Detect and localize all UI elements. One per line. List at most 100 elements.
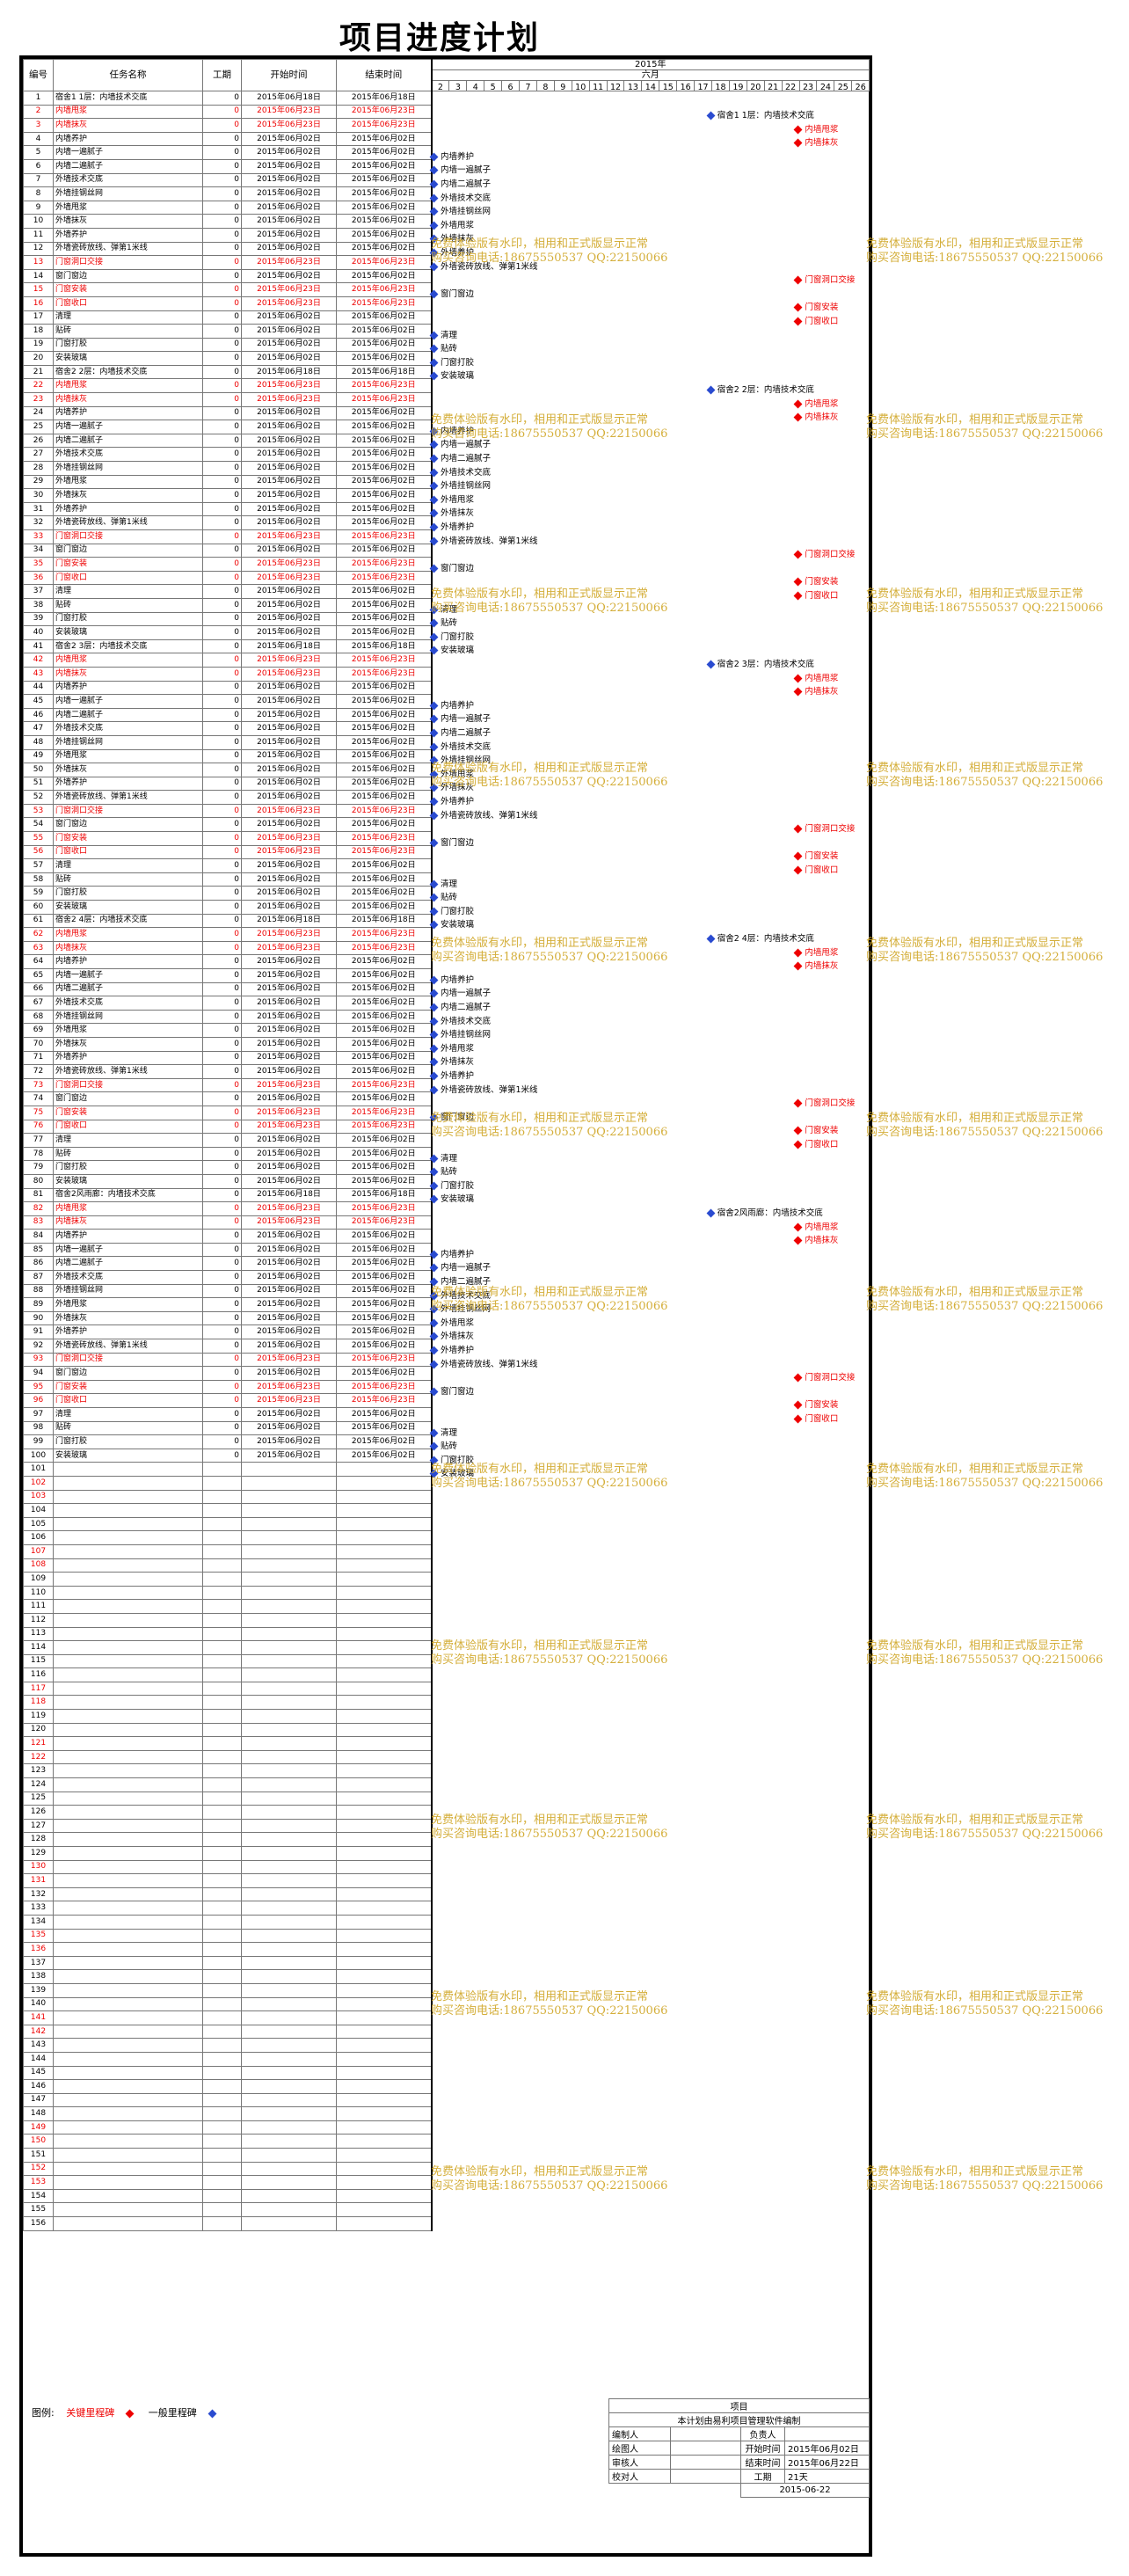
cell-end: 2015年06月02日	[336, 721, 432, 736]
cell-start: 2015年06月23日	[241, 1393, 337, 1408]
watermark: 免费体验版有水印，相用和正式版显示正常 购买咨询电话:18675550537 QQ…	[431, 237, 668, 265]
milestone: 内墙二遍腻子	[429, 454, 491, 463]
cell-name: 宿舍2 2层：内墙技术交底	[53, 364, 203, 380]
blue-diamond-icon	[429, 1003, 439, 1012]
blue-diamond-icon	[429, 536, 439, 546]
blue-diamond-icon	[429, 1057, 439, 1067]
cell-id: 115	[23, 1653, 54, 1669]
table-row: 123	[23, 1763, 870, 1779]
blue-diamond-icon	[429, 1360, 439, 1369]
milestone: 外墙瓷砖放线、弹第1米线	[429, 811, 538, 821]
gantt-cell	[430, 1915, 870, 1930]
blue-diamond-icon	[706, 385, 716, 395]
blue-diamond-icon	[429, 165, 439, 175]
cell-end: 2015年06月23日	[336, 104, 432, 120]
cell-dur: 0	[202, 1009, 242, 1025]
milestone: 内墙一遍腻子	[429, 440, 491, 449]
cell-dur: 0	[202, 817, 242, 833]
timeline-month: 六月	[433, 70, 869, 81]
cell-id: 106	[23, 1530, 54, 1545]
cell-end: 2015年06月02日	[336, 351, 432, 366]
cell-start: 2015年06月02日	[241, 1173, 337, 1189]
cell-empty	[241, 1530, 337, 1545]
blue-diamond-icon	[706, 1208, 716, 1218]
watermark: 免费体验版有水印，相用和正式版显示正常 购买咨询电话:18675550537 QQ…	[866, 1463, 1104, 1490]
milestone: 外墙养护	[429, 1071, 474, 1081]
cell-empty	[336, 2024, 432, 2040]
milestone: 内墙养护	[429, 975, 474, 985]
cell-empty	[53, 1805, 203, 1820]
blue-diamond-icon	[429, 152, 439, 162]
cell-empty	[53, 2065, 203, 2081]
watermark: 免费体验版有水印，相用和正式版显示正常 购买咨询电话:18675550537 QQ…	[431, 1286, 668, 1313]
cell-empty	[336, 1996, 432, 2012]
cell-name: 内墙养护	[53, 954, 203, 969]
cell-id: 96	[23, 1393, 54, 1408]
blue-diamond-icon	[706, 934, 716, 944]
cell-empty	[53, 1859, 203, 1875]
cell-id: 133	[23, 1901, 54, 1916]
cell-empty	[53, 1489, 203, 1505]
cell-empty	[202, 1599, 242, 1614]
cell-id: 32	[23, 515, 54, 530]
cell-end: 2015年06月02日	[336, 954, 432, 969]
cell-start: 2015年06月02日	[241, 817, 337, 833]
cell-end: 2015年06月02日	[336, 900, 432, 915]
cell-empty	[202, 2161, 242, 2177]
cell-empty	[53, 1901, 203, 1916]
gantt-area: 宿舍1 1层：内墙技术交底 内墙甩浆 内墙抹灰 内墙养护 内墙一遍腻子 内墙二遍腻子 外墙技…	[429, 109, 869, 1622]
timeline-day: 12	[608, 81, 625, 91]
cell-empty	[53, 1626, 203, 1642]
cell-name: 门窗收口	[53, 296, 203, 311]
milestone: 外墙技术交底	[429, 468, 491, 478]
cell-name: 门窗打胶	[53, 337, 203, 353]
cell-start: 2015年06月02日	[241, 790, 337, 805]
cell-dur: 0	[202, 803, 242, 819]
cell-name: 门窗打胶	[53, 1160, 203, 1175]
cell-empty	[202, 2051, 242, 2067]
col-header-name: 任务名称	[53, 59, 203, 91]
milestone: 门窗洞口交接	[793, 275, 855, 285]
cell-empty	[53, 2134, 203, 2149]
cell-dur: 0	[202, 707, 242, 723]
cell-end: 2015年06月02日	[336, 858, 432, 873]
milestone: 外墙抹灰	[429, 1057, 474, 1067]
cell-start: 2015年06月02日	[241, 200, 337, 215]
cell-empty	[53, 1749, 203, 1765]
cell-empty	[202, 1928, 242, 1944]
cell-name: 清理	[53, 584, 203, 599]
cell-start: 2015年06月02日	[241, 900, 337, 915]
cell-start: 2015年06月02日	[241, 1283, 337, 1299]
blue-diamond-icon	[429, 811, 439, 821]
cell-empty	[202, 2038, 242, 2053]
cell-dur: 0	[202, 351, 242, 366]
blue-diamond-icon	[429, 1332, 439, 1341]
cell-name: 清理	[53, 1407, 203, 1422]
milestone: 内墙抹灰	[793, 1236, 838, 1245]
cell-empty	[336, 1572, 432, 1587]
cell-end: 2015年06月02日	[336, 241, 432, 257]
timeline-day: 14	[642, 81, 660, 91]
gantt-cell	[430, 1846, 870, 1861]
gantt-cell	[430, 2148, 870, 2163]
cell-dur: 0	[202, 447, 242, 463]
cell-empty	[202, 1653, 242, 1669]
red-diamond-icon	[793, 1373, 803, 1383]
cell-empty	[336, 1763, 432, 1779]
cell-empty	[336, 1777, 432, 1792]
cell-id: 155	[23, 2202, 54, 2218]
milestone: 门窗洞口交接	[793, 550, 855, 559]
cell-name: 内墙抹灰	[53, 392, 203, 407]
cell-end: 2015年06月02日	[336, 1023, 432, 1038]
table-row: 132	[23, 1886, 870, 1902]
cell-start: 2015年06月02日	[241, 337, 337, 353]
cell-dur: 0	[202, 913, 242, 929]
cell-end: 2015年06月02日	[336, 734, 432, 750]
cell-id: 92	[23, 1339, 54, 1354]
cell-empty	[53, 1599, 203, 1614]
cell-dur: 0	[202, 721, 242, 736]
blue-diamond-icon	[429, 221, 439, 230]
cell-dur: 0	[202, 364, 242, 380]
cell-dur: 0	[202, 584, 242, 599]
blue-diamond-icon	[429, 331, 439, 340]
